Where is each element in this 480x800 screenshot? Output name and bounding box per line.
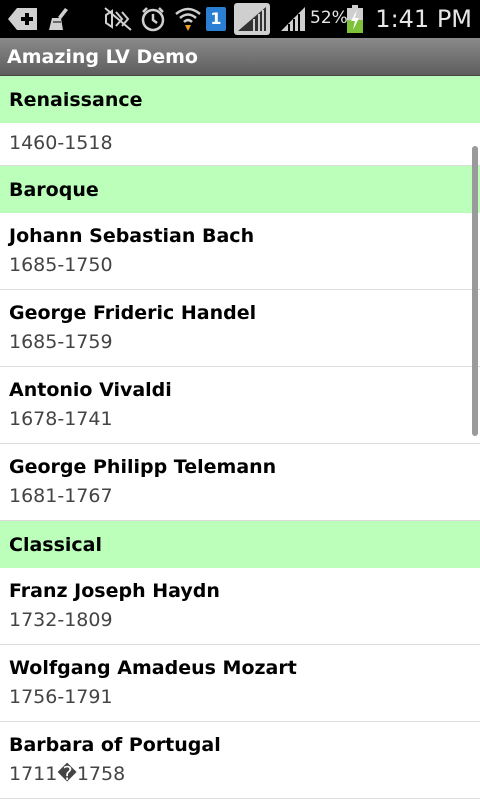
list-item[interactable]: Wolfgang Amadeus Mozart 1756-1791 <box>0 645 480 722</box>
item-name: George Frideric Handel <box>9 302 257 324</box>
battery-charging-icon <box>346 4 364 34</box>
section-header-classical: Classical <box>0 521 480 568</box>
app-title: Amazing LV Demo <box>7 46 198 68</box>
list-item[interactable]: George Frideric Handel 1685-1759 <box>0 290 480 367</box>
item-years: 1685-1759 <box>9 331 113 353</box>
alarm-icon <box>139 4 167 34</box>
list-item[interactable]: Barbara of Portugal 1711�1758 <box>0 722 480 799</box>
section-header-baroque: Baroque <box>0 166 480 213</box>
wifi-icon <box>173 4 203 34</box>
item-years: 1678-1741 <box>9 408 113 430</box>
status-time: 1:41 PM <box>375 5 472 33</box>
battery-percent: 52% <box>310 8 348 28</box>
mute-icon <box>102 4 134 34</box>
item-years: 1732-1809 <box>9 609 113 631</box>
add-icon <box>6 4 40 34</box>
title-bar: Amazing LV Demo <box>0 38 480 76</box>
notification-badge: 1 <box>210 9 222 28</box>
item-years: 1711�1758 <box>9 763 126 785</box>
list-item[interactable]: Antonio Vivaldi 1678-1741 <box>0 367 480 444</box>
list-item[interactable]: 1460-1518 <box>0 123 480 166</box>
scrollbar-thumb[interactable] <box>472 146 478 436</box>
item-name: Barbara of Portugal <box>9 734 221 756</box>
composer-list[interactable]: Renaissance 1460-1518 Baroque Johann Seb… <box>0 76 480 800</box>
item-years: 1685-1750 <box>9 254 113 276</box>
signal-icon <box>234 3 270 35</box>
sim-badge-icon: 1 <box>205 4 227 34</box>
status-bar: 1 52% 1:41 PM <box>0 0 480 38</box>
item-name: Wolfgang Amadeus Mozart <box>9 657 297 679</box>
item-years: 1756-1791 <box>9 686 113 708</box>
item-name: Johann Sebastian Bach <box>9 225 255 247</box>
item-years: 1460-1518 <box>9 132 113 154</box>
item-name: Franz Joseph Haydn <box>9 580 220 602</box>
item-years: 1681-1767 <box>9 485 113 507</box>
section-header-renaissance: Renaissance <box>0 76 480 123</box>
list-item[interactable]: Franz Joseph Haydn 1732-1809 <box>0 568 480 645</box>
broom-icon <box>46 4 74 34</box>
item-name: Antonio Vivaldi <box>9 379 172 401</box>
signal-icon <box>278 4 308 34</box>
list-item[interactable]: Johann Sebastian Bach 1685-1750 <box>0 213 480 290</box>
item-name: George Philipp Telemann <box>9 456 277 478</box>
list-item[interactable]: George Philipp Telemann 1681-1767 <box>0 444 480 521</box>
